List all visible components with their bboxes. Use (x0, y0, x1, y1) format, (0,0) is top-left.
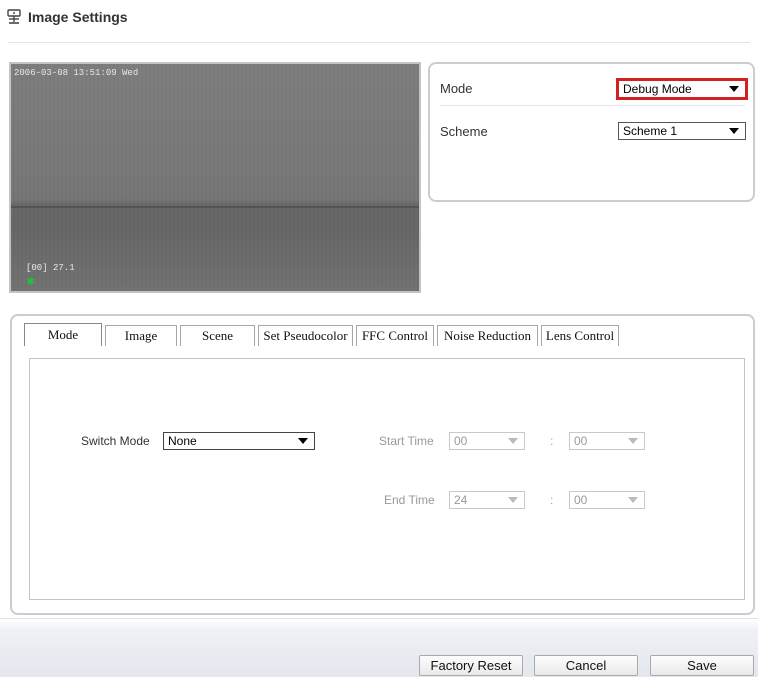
time-separator: : (550, 493, 554, 507)
mode-scheme-box: Mode Debug Mode Scheme Scheme 1 (428, 62, 755, 202)
scheme-select[interactable]: Scheme 1 (618, 122, 746, 140)
end-time-label: End Time (384, 493, 435, 507)
tab-ffc-control[interactable]: FFC Control (356, 325, 434, 346)
tab-image[interactable]: Image (105, 325, 177, 346)
start-minute-value: 00 (574, 434, 588, 448)
tab-label: Set Pseudocolor (263, 328, 348, 343)
video-frame (11, 64, 419, 291)
mode-select[interactable]: Debug Mode (616, 77, 748, 100)
start-hour-value: 00 (454, 434, 468, 448)
tab-label: Noise Reduction (443, 328, 531, 343)
chevron-down-icon (729, 128, 739, 134)
crosshair-icon: ✱ (26, 275, 36, 288)
end-minute-value: 00 (574, 493, 588, 507)
tab-set-pseudocolor[interactable]: Set Pseudocolor (258, 325, 353, 346)
chevron-down-icon (729, 85, 739, 92)
chevron-down-icon (628, 438, 638, 444)
tab-label: Mode (47, 327, 79, 342)
factory-reset-button[interactable]: Factory Reset (419, 655, 523, 676)
osd-temperature: [00] 27.1 (26, 263, 75, 273)
page-header: Image Settings (6, 6, 128, 28)
tab-bar: Mode Image Scene Set Pseudocolor FFC Con… (24, 323, 622, 348)
mode-row: Mode Debug Mode (440, 72, 748, 106)
tab-scene[interactable]: Scene (180, 325, 255, 346)
video-preview[interactable]: 2006-03-08 13:51:09 Wed [00] 27.1 ✱ (9, 62, 421, 293)
mode-tab-content: Switch Mode None Start Time 00 : 00 End … (29, 358, 745, 600)
footer-bar (0, 618, 758, 677)
page-title: Image Settings (28, 9, 128, 25)
tab-label: Lens Control (545, 328, 615, 343)
tab-lens-control[interactable]: Lens Control (541, 325, 619, 346)
settings-panel: Mode Image Scene Set Pseudocolor FFC Con… (10, 314, 755, 615)
time-separator: : (550, 434, 554, 448)
header-divider (8, 42, 750, 43)
mode-select-value: Debug Mode (623, 81, 692, 96)
start-minute-select[interactable]: 00 (569, 432, 645, 450)
switch-mode-value: None (168, 434, 197, 448)
chevron-down-icon (298, 438, 308, 444)
tab-label: FFC Control (361, 328, 429, 343)
end-hour-value: 24 (454, 493, 468, 507)
end-minute-select[interactable]: 00 (569, 491, 645, 509)
scheme-row: Scheme Scheme 1 (440, 114, 746, 148)
save-button[interactable]: Save (650, 655, 754, 676)
scheme-select-value: Scheme 1 (623, 124, 678, 138)
chevron-down-icon (508, 497, 518, 503)
tab-label: Scene (201, 328, 234, 343)
end-hour-select[interactable]: 24 (449, 491, 525, 509)
switch-mode-select[interactable]: None (163, 432, 315, 450)
video-horizon (11, 206, 419, 208)
chevron-down-icon (628, 497, 638, 503)
camera-settings-icon (7, 9, 21, 24)
start-hour-select[interactable]: 00 (449, 432, 525, 450)
tab-label: Image (124, 328, 158, 343)
chevron-down-icon (508, 438, 518, 444)
cancel-button[interactable]: Cancel (534, 655, 638, 676)
switch-mode-label: Switch Mode (81, 434, 150, 448)
osd-timestamp: 2006-03-08 13:51:09 Wed (14, 68, 139, 78)
start-time-label: Start Time (379, 434, 434, 448)
tab-mode[interactable]: Mode (24, 323, 102, 348)
tab-noise-reduction[interactable]: Noise Reduction (437, 325, 538, 346)
